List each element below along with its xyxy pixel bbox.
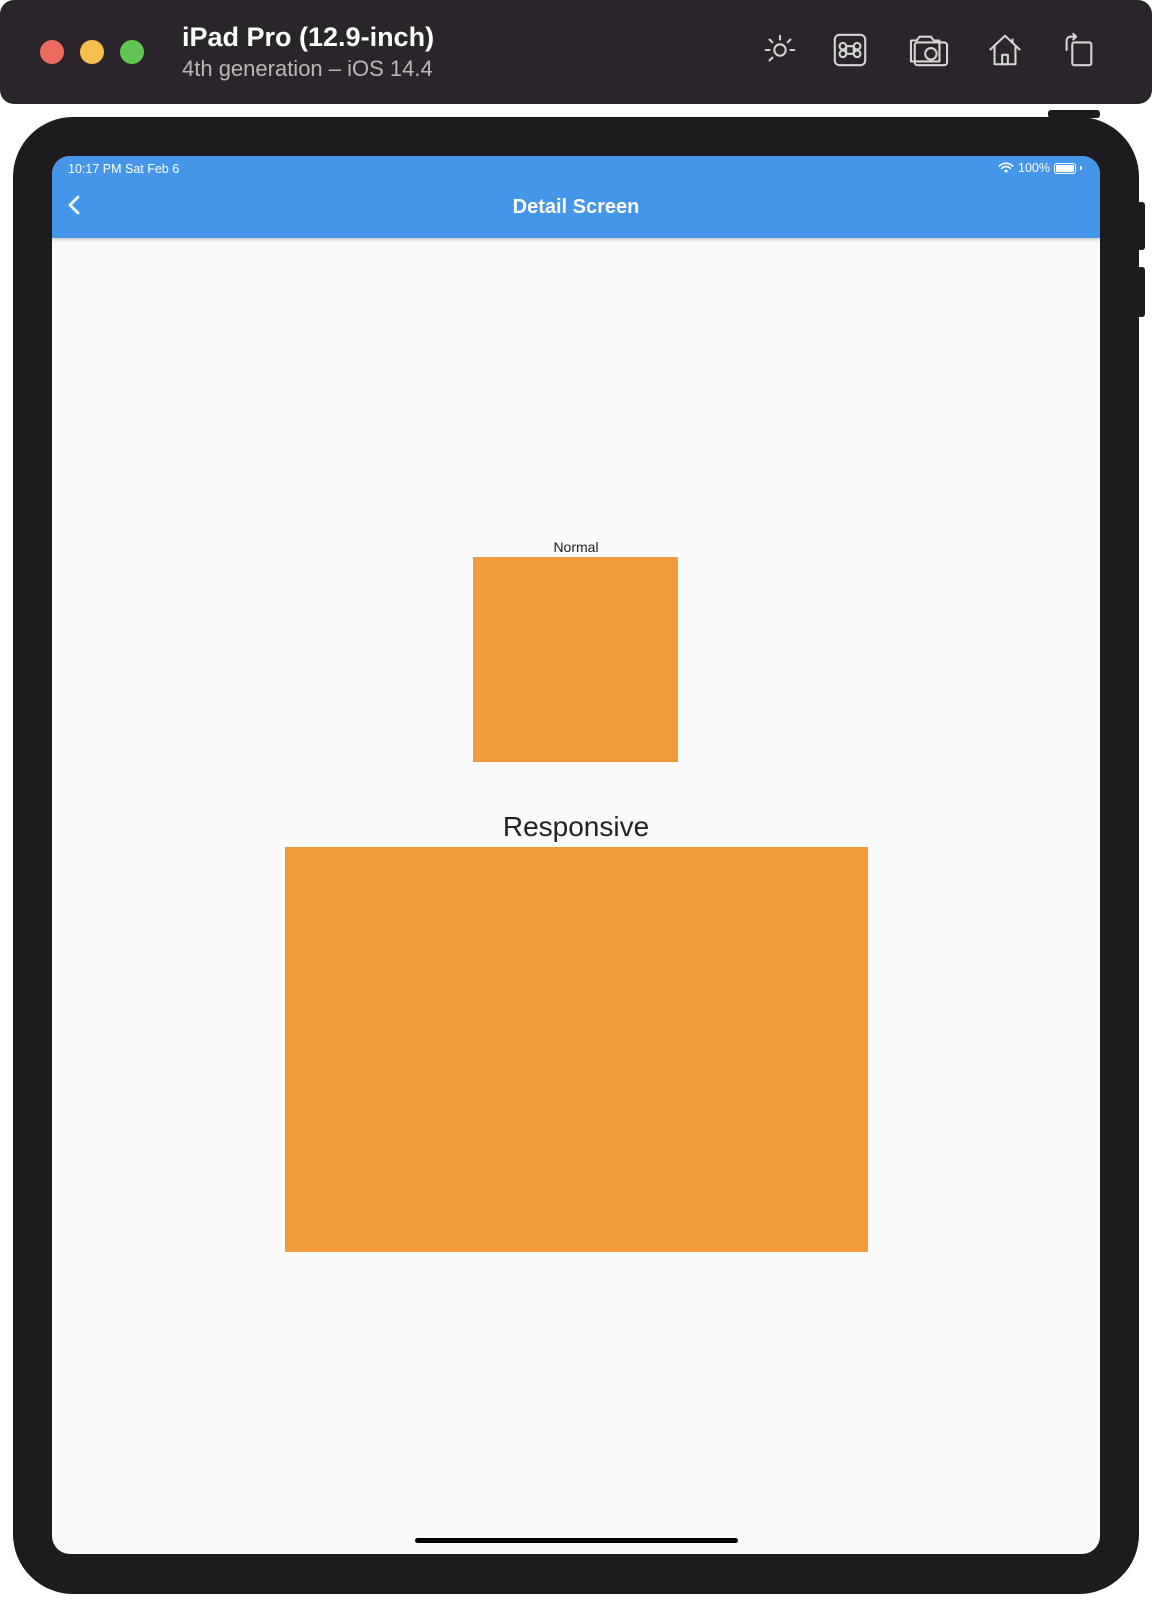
rotate-icon[interactable] <box>1058 30 1098 70</box>
command-icon[interactable] <box>830 30 870 70</box>
screenshot-icon[interactable] <box>906 30 952 70</box>
battery-icon <box>1054 162 1076 174</box>
status-indicators: 100% <box>998 161 1082 175</box>
home-indicator[interactable] <box>415 1538 738 1543</box>
device-name: iPad Pro (12.9-inch) <box>182 22 435 52</box>
page-title: Detail Screen <box>512 196 640 218</box>
app-bar: 10:17 PM Sat Feb 6 100% Detail Screen <box>52 156 1100 238</box>
wifi-icon <box>998 162 1014 173</box>
normal-label: Normal <box>553 539 599 555</box>
brightness-icon[interactable] <box>760 30 800 70</box>
device-detail: 4th generation – iOS 14.4 <box>182 56 433 81</box>
battery-tip <box>1080 166 1082 170</box>
simulator-titlebar: iPad Pro (12.9-inch) 4th generation – iO… <box>0 0 1152 104</box>
responsive-box <box>285 847 868 1252</box>
battery-percent: 100% <box>1018 161 1050 175</box>
status-time-date: 10:17 PM Sat Feb 6 <box>68 162 180 176</box>
device-screen: 10:17 PM Sat Feb 6 100% Detail Screen No… <box>52 156 1100 1554</box>
normal-box <box>473 557 678 762</box>
home-icon[interactable] <box>985 30 1025 70</box>
simulator-window: iPad Pro (12.9-inch) 4th generation – iO… <box>0 0 1152 1604</box>
minimize-window-button[interactable] <box>80 40 104 64</box>
zoom-window-button[interactable] <box>120 40 144 64</box>
close-window-button[interactable] <box>40 40 64 64</box>
responsive-label: Responsive <box>502 811 650 842</box>
